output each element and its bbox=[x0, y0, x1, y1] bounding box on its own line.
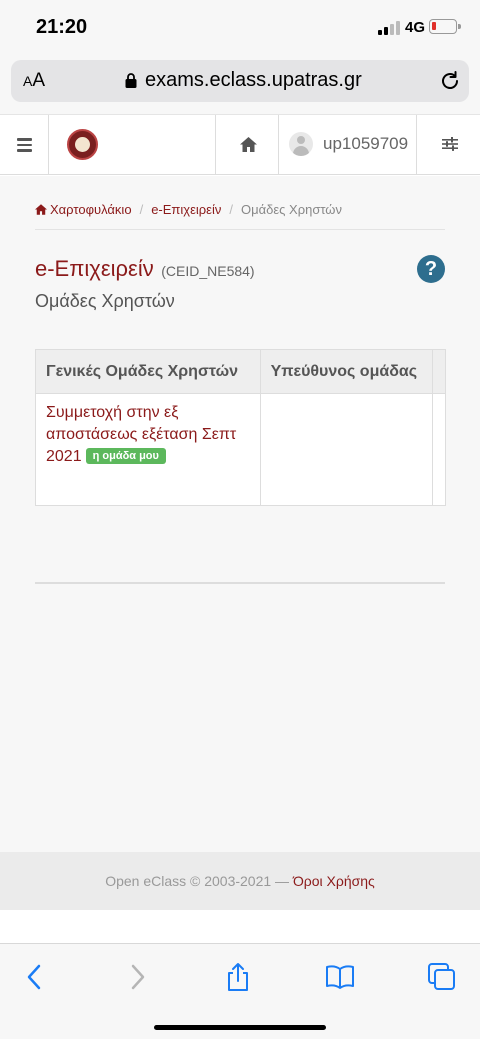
groups-table: Γενικές Ομάδες Χρηστών Υπεύθυνος ομάδας … bbox=[35, 349, 446, 506]
back-icon[interactable] bbox=[20, 962, 50, 992]
table-row: Συμμετοχή στην εξ αποστάσεως εξέταση Σεπ… bbox=[35, 393, 446, 506]
column-header-extra bbox=[432, 349, 446, 394]
signal-icon bbox=[378, 21, 400, 35]
address-bar[interactable]: AA exams.eclass.upatras.gr bbox=[11, 60, 469, 102]
url-text: exams.eclass.upatras.gr bbox=[145, 69, 362, 91]
forward-icon[interactable] bbox=[122, 962, 152, 992]
page-footer: Open eClass © 2003-2021 — Όροι Χρήσης bbox=[0, 852, 480, 910]
main-content: Χαρτοφυλάκιο / e-Επιχειρείν / Ομάδες Χρηστών… bbox=[0, 176, 480, 852]
sliders-icon bbox=[442, 137, 458, 151]
home-indicator bbox=[154, 1025, 326, 1030]
reader-settings-button[interactable]: AA bbox=[23, 70, 45, 92]
my-group-badge: η ομάδα μου bbox=[85, 448, 166, 464]
lock-icon bbox=[125, 73, 137, 88]
page-subtitle: Ομάδες Χρηστών bbox=[35, 291, 175, 311]
page-title: e-Επιχειρείν (CEID_NE584) bbox=[35, 256, 255, 282]
group-cell: Συμμετοχή στην εξ αποστάσεως εξέταση Σεπ… bbox=[35, 393, 261, 506]
username[interactable]: up1059709 bbox=[323, 134, 408, 154]
home-icon bbox=[240, 137, 257, 152]
table-header-row: Γενικές Ομάδες Χρηστών Υπεύθυνος ομάδας bbox=[35, 349, 446, 394]
reload-icon[interactable] bbox=[439, 70, 461, 92]
tabs-icon[interactable] bbox=[427, 962, 457, 992]
section-divider bbox=[35, 582, 445, 584]
course-title: e-Επιχειρείν bbox=[35, 256, 154, 281]
hamburger-icon bbox=[17, 138, 32, 152]
home-icon bbox=[35, 204, 47, 215]
network-type: 4G bbox=[405, 19, 426, 36]
university-logo[interactable] bbox=[67, 129, 98, 160]
breadcrumb-current: Ομάδες Χρηστών bbox=[241, 202, 342, 217]
breadcrumb: Χαρτοφυλάκιο / e-Επιχειρείν / Ομάδες Χρηστών bbox=[35, 202, 445, 230]
breadcrumb-separator: / bbox=[139, 202, 144, 217]
column-header-manager: Υπεύθυνος ομάδας bbox=[259, 349, 434, 394]
manager-cell bbox=[259, 393, 434, 506]
status-bar: 21:20 4G bbox=[0, 0, 480, 56]
page-bottom-space bbox=[0, 910, 480, 943]
battery-icon bbox=[429, 19, 461, 34]
menu-button[interactable] bbox=[0, 115, 49, 175]
course-code: (CEID_NE584) bbox=[161, 263, 255, 279]
settings-button[interactable] bbox=[416, 115, 480, 175]
breadcrumb-portfolio[interactable]: Χαρτοφυλάκιο bbox=[50, 202, 132, 217]
browser-address-area: AA exams.eclass.upatras.gr bbox=[0, 56, 480, 114]
status-time: 21:20 bbox=[36, 16, 88, 38]
column-header-groups: Γενικές Ομάδες Χρηστών bbox=[35, 349, 261, 394]
user-avatar[interactable] bbox=[289, 132, 313, 156]
footer-copyright: Open eClass © 2003-2021 — bbox=[105, 873, 293, 889]
breadcrumb-course[interactable]: e-Επιχειρείν bbox=[151, 202, 221, 217]
breadcrumb-separator: / bbox=[229, 202, 233, 217]
home-button[interactable] bbox=[215, 115, 279, 175]
help-icon[interactable]: ? bbox=[417, 255, 445, 283]
browser-toolbar bbox=[0, 943, 480, 1039]
site-header: up1059709 bbox=[0, 114, 480, 175]
extra-cell bbox=[432, 393, 446, 506]
bookmarks-icon[interactable] bbox=[325, 962, 355, 992]
share-icon[interactable] bbox=[223, 962, 253, 992]
terms-link[interactable]: Όροι Χρήσης bbox=[293, 873, 375, 889]
